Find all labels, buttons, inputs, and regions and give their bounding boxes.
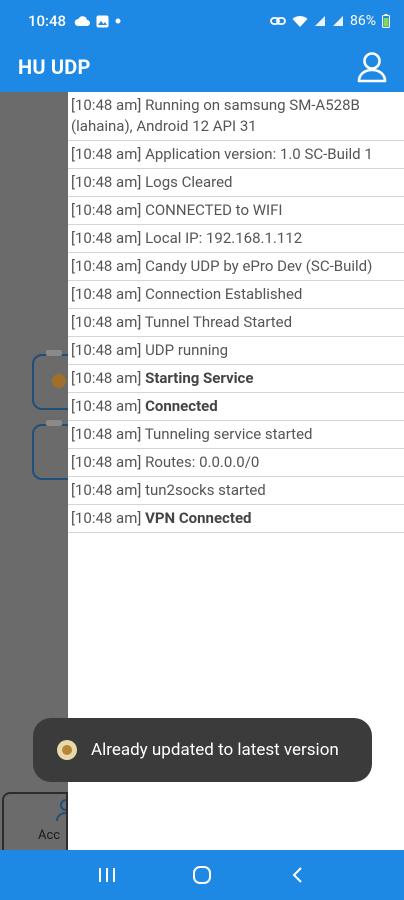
battery-icon [382,14,390,28]
signal-icon [332,15,344,27]
image-icon [96,15,109,28]
navigation-bar [0,850,404,900]
log-entry: [10:48 am] Connection Established [68,281,404,309]
signal-icon [314,15,326,27]
status-right-icons: 86% [270,13,390,29]
log-entry: [10:48 am] tun2socks started [68,477,404,505]
home-icon[interactable] [182,855,222,895]
recents-icon[interactable] [87,855,127,895]
log-timestamp: [10:48 am] [71,201,142,219]
account-tab[interactable]: Acc [2,792,68,850]
log-entry: [10:48 am] Local IP: 192.168.1.112 [68,225,404,253]
log-timestamp: [10:48 am] [71,369,142,387]
log-timestamp: [10:48 am] [71,257,142,275]
log-timestamp: [10:48 am] [71,509,142,527]
app-title: HU UDP [18,55,91,79]
log-message: Starting Service [145,369,254,387]
status-time: 10:48 [28,12,67,30]
log-message: Routes: 0.0.0.0/0 [145,453,260,471]
log-entry: [10:48 am] Running on samsung SM-A528B (… [68,92,404,141]
log-entry: [10:48 am] Tunnel Thread Started [68,309,404,337]
log-message: Tunnel Thread Started [144,313,293,331]
background-tag [46,420,62,426]
cloud-icon [74,15,91,27]
battery-percent: 86% [350,13,376,29]
toast: Already updated to latest version [33,718,372,782]
log-message: UDP running [145,341,229,359]
back-icon[interactable] [277,855,317,895]
log-entry: [10:48 am] CONNECTED to WIFI [68,197,404,225]
log-message: Tunneling service started [144,425,313,443]
log-message: Local IP: 192.168.1.112 [145,229,303,247]
log-timestamp: [10:48 am] [71,313,142,331]
log-entry: [10:48 am] Logs Cleared [68,169,404,197]
log-message: tun2socks started [145,481,266,499]
log-timestamp: [10:48 am] [71,229,142,247]
log-timestamp: [10:48 am] [71,96,142,114]
status-left-icons [74,15,121,28]
log-timestamp: [10:48 am] [71,145,142,163]
log-entry: [10:48 am] Connected [68,393,404,421]
log-timestamp: [10:48 am] [71,425,142,443]
log-timestamp: [10:48 am] [71,341,142,359]
log-entry: [10:48 am] Routes: 0.0.0.0/0 [68,449,404,477]
account-icon [56,798,66,826]
toast-message: Already updated to latest version [91,740,339,760]
log-message: Candy UDP by ePro Dev (SC-Build) [145,257,373,275]
background-tag [46,350,62,356]
app-icon [57,740,77,760]
log-message: Connected [145,397,218,415]
log-entry: [10:48 am] Starting Service [68,365,404,393]
link-icon [270,16,286,26]
wifi-icon [292,15,308,28]
status-bar: 10:48 86% [0,0,404,42]
log-entry: [10:48 am] Candy UDP by ePro Dev (SC-Bui… [68,253,404,281]
app-bar: HU UDP [0,42,404,92]
log-entry: [10:48 am] Application version: 1.0 SC-B… [68,141,404,169]
dot-icon [115,18,121,24]
log-timestamp: [10:48 am] [71,397,142,415]
log-timestamp: [10:48 am] [71,285,142,303]
log-message: CONNECTED to WIFI [145,201,283,219]
account-tab-label: Acc [38,828,61,843]
log-timestamp: [10:48 am] [71,173,142,191]
log-entry: [10:48 am] UDP running [68,337,404,365]
log-entry: [10:48 am] VPN Connected [68,505,404,533]
log-timestamp: [10:48 am] [71,481,142,499]
log-timestamp: [10:48 am] [71,453,142,471]
log-message: Logs Cleared [145,173,233,191]
log-entry: [10:48 am] Tunneling service started [68,421,404,449]
person-icon[interactable] [354,49,390,85]
log-message: VPN Connected [145,509,252,527]
log-message: Connection Established [145,285,303,303]
background-status-dot [52,374,66,388]
log-message: Application version: 1.0 SC-Build 1 [145,145,373,163]
